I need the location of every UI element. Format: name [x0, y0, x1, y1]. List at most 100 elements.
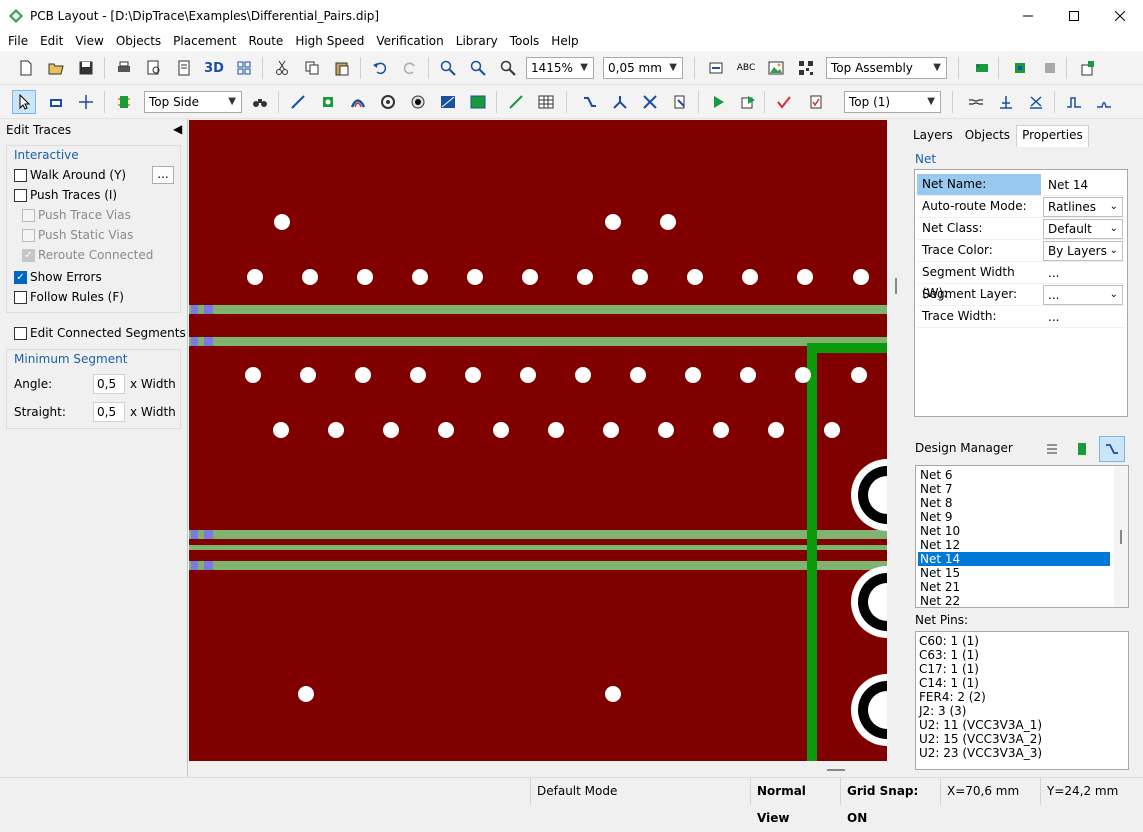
straight-input[interactable]: 0,5 — [93, 402, 125, 422]
pin-list-item[interactable]: U2: 23 (VCC3V3A_3) — [919, 746, 1042, 760]
collapse-panel-icon[interactable]: ◀ — [173, 122, 182, 136]
trace-segment[interactable] — [189, 337, 887, 346]
grid-size-select[interactable]: 0,05 mm ▼ — [603, 57, 683, 79]
table-icon[interactable] — [534, 90, 558, 114]
pin-list-item[interactable]: C17: 1 (1) — [919, 662, 979, 676]
trace-color-select[interactable]: By Layers ⌄ — [1043, 241, 1123, 261]
trace-segment[interactable] — [189, 545, 887, 550]
arc-trace-icon[interactable] — [346, 90, 370, 114]
through-hole-pad[interactable] — [851, 459, 887, 531]
export-icon[interactable] — [1076, 56, 1100, 80]
net-class-select[interactable]: Default ⌄ — [1043, 219, 1123, 239]
pin-list-item[interactable]: FER4: 2 (2) — [919, 690, 986, 704]
layer-setup-icon[interactable] — [704, 56, 728, 80]
show-errors-checkbox[interactable]: ✓ Show Errors — [14, 270, 102, 284]
pin-list-item[interactable]: U2: 15 (VCC3V3A_2) — [919, 732, 1042, 746]
net-list[interactable]: Net 6 Net 7 Net 8 Net 9 Net 10 Net 12 Ne… — [915, 465, 1129, 608]
walk-around-settings-button[interactable]: ... — [152, 166, 174, 184]
component-tool-icon[interactable] — [970, 56, 994, 80]
tab-layers[interactable]: Layers — [907, 125, 959, 147]
autoroute-mode-select[interactable]: Ratlines ⌄ — [1043, 197, 1123, 217]
accordion-icon[interactable] — [1092, 90, 1116, 114]
net-list-item[interactable]: Net 21 — [918, 580, 1110, 594]
trace-segment[interactable] — [189, 561, 887, 570]
trace-segment[interactable] — [189, 530, 887, 539]
status-grid-snap[interactable]: Grid Snap: ON — [840, 778, 940, 825]
pin-list-item[interactable]: J2: 3 (3) — [919, 704, 966, 718]
pin-list-item[interactable]: C63: 1 (1) — [919, 648, 979, 662]
horizontal-scrollbar[interactable] — [189, 761, 887, 777]
select-pointer-icon[interactable] — [12, 90, 36, 114]
net-list-item[interactable]: Net 6 — [918, 468, 1110, 482]
autoroute-step-icon[interactable] — [736, 90, 760, 114]
route-manual-icon[interactable] — [578, 90, 602, 114]
zoom-select[interactable]: 1415% ▼ — [526, 57, 594, 79]
net-list-item[interactable]: Net 8 — [918, 496, 1110, 510]
menu-view[interactable]: View — [69, 34, 109, 48]
menu-high-speed[interactable]: High Speed — [289, 34, 370, 48]
save-icon[interactable] — [74, 56, 98, 80]
components-list-icon[interactable] — [1039, 436, 1065, 462]
schematic-icon[interactable] — [1038, 56, 1062, 80]
pcb-drawing[interactable] — [189, 120, 887, 761]
new-file-icon[interactable] — [14, 56, 38, 80]
report-icon[interactable] — [172, 56, 196, 80]
panel-splitter[interactable] — [887, 120, 909, 777]
through-hole-pad[interactable] — [851, 566, 887, 638]
pad[interactable] — [204, 530, 213, 539]
pad[interactable] — [204, 337, 213, 346]
measure-icon[interactable] — [504, 90, 528, 114]
paste-icon[interactable] — [330, 56, 354, 80]
active-layer-select[interactable]: Top (1) ▼ — [844, 91, 941, 113]
length-match-icon[interactable] — [994, 90, 1018, 114]
trace-width-field[interactable]: ... — [1043, 307, 1123, 327]
net-list-item[interactable]: Net 10 — [918, 524, 1110, 538]
find-binoculars-icon[interactable] — [248, 90, 272, 114]
menu-placement[interactable]: Placement — [167, 34, 242, 48]
components-icon[interactable] — [1069, 436, 1095, 462]
net-list-scrollbar[interactable] — [1114, 466, 1128, 607]
layer-view-select[interactable]: Top Assembly ▼ — [826, 57, 947, 79]
image-icon[interactable] — [764, 56, 788, 80]
tab-properties[interactable]: Properties — [1016, 125, 1089, 147]
via-icon[interactable] — [376, 90, 400, 114]
panelize-icon[interactable] — [232, 56, 256, 80]
pin-list-item[interactable]: C60: 1 (1) — [919, 634, 979, 648]
crosshair-icon[interactable] — [74, 90, 98, 114]
tab-objects[interactable]: Objects — [959, 125, 1016, 147]
copper-pour-icon[interactable] — [436, 90, 460, 114]
menu-objects[interactable]: Objects — [110, 34, 167, 48]
net-name-field[interactable]: Net 14 — [1043, 175, 1123, 195]
pin-list-item[interactable]: C14: 1 (1) — [919, 676, 979, 690]
through-hole-pad[interactable] — [851, 674, 887, 746]
pad[interactable] — [191, 337, 198, 346]
pad[interactable] — [191, 561, 198, 570]
nets-icon[interactable] — [1099, 436, 1125, 462]
spellcheck-icon[interactable]: ABC — [734, 56, 758, 80]
copy-icon[interactable] — [300, 56, 324, 80]
net-list-item-selected[interactable]: Net 14 — [918, 552, 1110, 566]
pad[interactable] — [191, 305, 198, 314]
open-file-icon[interactable] — [44, 56, 68, 80]
route-setup-icon[interactable] — [668, 90, 692, 114]
route-fanout-icon[interactable] — [608, 90, 632, 114]
walk-around-checkbox[interactable]: Walk Around (Y) — [14, 168, 126, 182]
place-pad-icon[interactable] — [316, 90, 340, 114]
zoom-in-icon[interactable] — [436, 56, 460, 80]
view-3d-button[interactable]: 3D — [202, 56, 226, 80]
net-list-item[interactable]: Net 7 — [918, 482, 1110, 496]
diff-pair-icon[interactable] — [964, 90, 988, 114]
serpentine-icon[interactable] — [1062, 90, 1086, 114]
qr-code-icon[interactable] — [794, 56, 818, 80]
print-icon[interactable] — [112, 56, 136, 80]
drc-setup-icon[interactable] — [804, 90, 828, 114]
board-outline-icon[interactable] — [466, 90, 490, 114]
cut-icon[interactable] — [270, 56, 294, 80]
place-component-icon[interactable] — [112, 90, 136, 114]
edit-connected-segments-checkbox[interactable]: Edit Connected Segments — [14, 326, 186, 340]
undo-icon[interactable] — [368, 56, 392, 80]
route-trace-icon[interactable] — [286, 90, 310, 114]
run-autoroute-icon[interactable] — [706, 90, 730, 114]
hole-icon[interactable] — [406, 90, 430, 114]
pan-tool-icon[interactable] — [44, 90, 68, 114]
